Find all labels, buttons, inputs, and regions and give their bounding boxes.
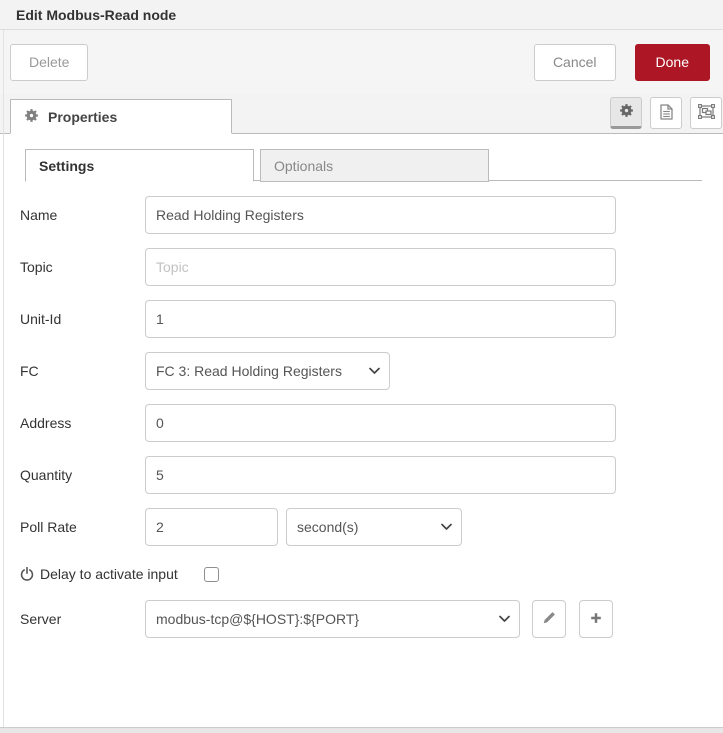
address-label: Address [20, 415, 72, 431]
server-label: Server [20, 611, 62, 627]
quantity-label: Quantity [20, 467, 73, 483]
address-input[interactable] [145, 404, 616, 442]
cancel-button[interactable]: Cancel [533, 43, 616, 81]
tab-optionals[interactable]: Optionals [260, 149, 489, 182]
poll-rate-row: Poll Rate second(s) [20, 508, 723, 546]
quantity-input[interactable] [145, 456, 616, 494]
unit-id-input[interactable] [145, 300, 616, 338]
tab-properties[interactable]: Properties [10, 99, 232, 134]
delay-row: Delay to activate input [20, 562, 723, 586]
edit-node-dialog: Edit Modbus-Read node Delete Cancel Done [0, 0, 723, 733]
description-icon-button[interactable] [650, 97, 682, 129]
server-row: Server modbus-tcp@${HOST}:${PORT} [20, 600, 723, 638]
tray-resize-bar [0, 727, 723, 733]
done-button[interactable]: Done [634, 43, 710, 81]
server-select[interactable]: modbus-tcp@${HOST}:${PORT} [145, 600, 520, 638]
tab-properties-label: Properties [48, 108, 118, 125]
address-row: Address [20, 404, 723, 442]
gear-icon [619, 103, 634, 121]
tab-settings[interactable]: Settings [25, 149, 254, 182]
unit-id-label: Unit-Id [20, 311, 62, 327]
gear-icon [24, 108, 39, 126]
editor-tabbar: Properties [0, 94, 723, 134]
quantity-row: Quantity [20, 456, 723, 494]
settings-tabbar: Settings Optionals [25, 148, 702, 182]
fc-row: FC FC 3: Read Holding Registers [20, 352, 723, 390]
unit-id-row: Unit-Id [20, 300, 723, 338]
fc-select[interactable]: FC 3: Read Holding Registers [145, 352, 390, 390]
dialog-header: Edit Modbus-Read node [0, 0, 723, 30]
document-icon [659, 103, 673, 123]
poll-rate-input[interactable] [145, 508, 278, 546]
tab-settings-label: Settings [39, 157, 95, 174]
delay-checkbox[interactable] [203, 566, 219, 582]
object-group-icon [697, 104, 715, 122]
name-label: Name [20, 207, 58, 223]
topic-row: Topic [20, 248, 723, 286]
dialog-content: Settings Optionals Name Topic Unit-Id FC [0, 134, 723, 727]
fc-label: FC [20, 363, 39, 379]
poll-rate-label: Poll Rate [20, 519, 77, 535]
dialog-toolbar: Delete Cancel Done [0, 30, 723, 94]
poll-rate-unit-select[interactable]: second(s) [286, 508, 462, 546]
plus-icon [589, 611, 603, 628]
delete-button[interactable]: Delete [10, 43, 89, 81]
power-icon [20, 566, 34, 581]
pencil-icon [542, 611, 556, 628]
topic-input[interactable] [145, 248, 616, 286]
delay-label: Delay to activate input [40, 566, 178, 582]
appearance-icon-button[interactable] [690, 97, 722, 129]
tab-optionals-label: Optionals [274, 157, 334, 174]
add-server-button[interactable] [579, 600, 613, 638]
settings-form: Name Topic Unit-Id FC FC 3: Read Holding… [0, 181, 723, 638]
edit-server-button[interactable] [532, 600, 566, 638]
name-row: Name [20, 196, 723, 234]
dialog-title: Edit Modbus-Read node [16, 6, 177, 23]
editor-tabbar-icons [610, 97, 722, 129]
topic-label: Topic [20, 259, 53, 275]
settings-icon-button[interactable] [610, 97, 642, 129]
name-input[interactable] [145, 196, 616, 234]
